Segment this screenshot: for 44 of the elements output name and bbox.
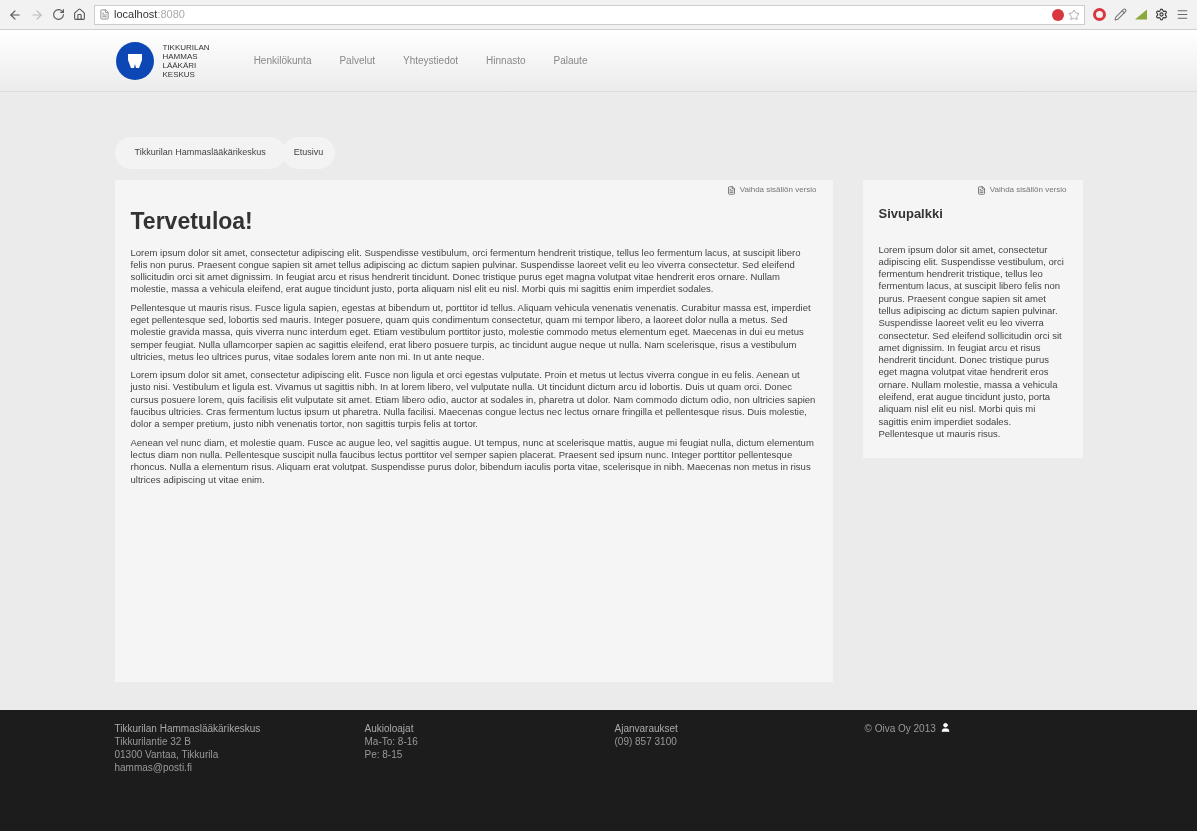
footer-text: Pe: 8-15 xyxy=(364,748,404,761)
body-paragraph: Aenean vel nunc diam, et molestie quam. Fusce ac augue leo, vel sagittis augue. Ut tempus, nunc at scelerisque mattis, augue mi feugiat nulla, dictum elementum lectus diam non nulla. Pellentesque suscipit nulla faucibus lectus porttitor vel semper sapien placerat. Praesent sed ipsum nunc. Integer porttitor pellentesque rhoncus. Nulla a elementum risus. Aliquam erat volutpat. Suspendisse purus dolor, bibendum iaculis porta vitae, scelerisque in nibh. Maecenas non metus in risus ultrices adipiscing ut vitae enim. xyxy=(130,436,815,486)
footer-heading: Tikkurilan Hammaslääkärikeskus xyxy=(114,722,262,735)
footer-text: Ma-To: 8-16 xyxy=(364,735,419,748)
card-title: Tervetuloa! xyxy=(130,207,254,236)
extension-icon[interactable] xyxy=(1093,8,1106,21)
back-icon[interactable] xyxy=(8,7,22,22)
reload-icon[interactable] xyxy=(52,8,65,21)
body-paragraph: Lorem ipsum dolor sit amet, consectetur adipiscing elit. Suspendisse vestibulum, orci fermentum hendrerit tristique, tellus leo fermentum lacus, at suscipit libero felis non purus. Praesent congue sapien sit amet tellus adipiscing ac dictum sapien pulvinar. Suspendisse laoreet velit eu leo viverra consectetur. Sed eleifend sollicitudin orci sit amet dignissim. In feugiat arcu et risus hendrerit tincidunt. Donec tristique purus eget magna volutpat vitae hendrerit eros ornare. Nullam molestie, massa a vehicula eleifend, erat augue tincidunt justo, porta aliquam nisl elit eu nisl. Morbi quis mi sagittis enim imperdiet sodales. xyxy=(130,246,802,296)
body-paragraph: Lorem ipsum dolor sit amet, consectetur adipiscing elit. Fusce non ligula et orci egestas vulputate. Proin et metus ut lectus viverra congue in eu felis. Aenean ut justo nisi. Vestibulum et ligula est. Vivamus ut sagittis nibh. In at lorem libero, vel vulputate nulla. Ut tincidunt dictum arcu id lobortis. Duis ut quam orci. Donec cursus posuere lorem, quis facilisis elit vulputate sit amet. Etiam libero odio, auctor at sodales in, pharetra ut dolor. Nam commodo dictum odio, non ultricies sapien faucibus ultricies. Cras fermentum luctus ipsum ut pharetra. Nulla facilisi. Maecenas congue lectus nec lectus ornare fringilla et pellentesque risus. Duis molestie, dolor a semper pretium, justo nibh venenatis tortor, non sagittis turpis felis at tortor. xyxy=(130,369,817,431)
document-icon xyxy=(976,185,986,195)
logo-text: TIKKURILAN xyxy=(162,42,210,52)
nav-link[interactable]: Yhteystiedot xyxy=(403,53,459,68)
logo-icon[interactable] xyxy=(114,40,155,81)
breadcrumb-link[interactable]: Tikkurilan Hammaslääkärikeskus xyxy=(114,137,286,169)
nav-link[interactable]: Hinnasto xyxy=(486,53,526,68)
address-bar[interactable]: localhost:8080 xyxy=(94,4,1085,25)
logo-text: LÄÄKÄRI xyxy=(162,60,198,70)
card-title: Sivupalkki xyxy=(878,205,944,223)
home-icon[interactable] xyxy=(73,8,86,21)
nav-link[interactable]: Palaute xyxy=(553,53,588,68)
user-icon[interactable] xyxy=(939,722,951,733)
footer-text: 01300 Vantaa, Tikkurila xyxy=(114,748,220,761)
nav-link[interactable]: Henkilökunta xyxy=(253,53,312,68)
logo-text: HAMMAS xyxy=(162,51,199,61)
nav-link[interactable]: Palvelut xyxy=(339,53,375,68)
settings-icon[interactable] xyxy=(1155,8,1168,21)
body-paragraph: Lorem ipsum dolor sit amet, consectetur adipiscing elit. Suspendisse vestibulum, orci fermentum hendrerit tristique, tellus leo fermentum lacus, at suscipit libero felis non purus. Praesent congue sapien sit amet tellus adipiscing ac dictum sapien pulvinar. Suspendisse laoreet velit eu leo viverra consectetur. Sed eleifend sollicitudin orci sit amet dignissim. In feugiat arcu et risus hendrerit tincidunt. Donec tristique purus eget magna volutpat vitae hendrerit eros ornare. Nullam molestie, massa a vehicula eleifend, erat augue tincidunt justo, porta aliquam nisl elit eu nisl. Morbi quis mi sagittis enim imperdiet sodales. Pellentesque ut mauris risus. xyxy=(878,243,1065,441)
copyright-text: © Oiva Oy 2013 xyxy=(864,722,936,735)
footer-text: Tikkurilantie 32 B xyxy=(114,735,192,748)
footer-heading: Ajanvaraukset xyxy=(614,722,679,735)
breadcrumb-link[interactable]: Etusivu xyxy=(281,137,336,169)
url-text: localhost:8080 xyxy=(114,7,185,23)
body-paragraph: Pellentesque ut mauris risus. Fusce ligula sapien, egestas at bibendum ut, porttitor id tellus. Aliquam vehicula venenatis venenatis. Curabitur massa est, imperdiet eget pellentesque sed, lobortis sed mauris. Integer posuere, quam quis condimentum consectetur, quam mi tempor libero, a laoreet dolor nulla a metus. Sed molestie gravida massa, quis viverra nunc interdum eget. Etiam vestibulum porttitor justo, molestie commodo metus elementum eget. Maecenas in dui eu metus semper feugiat. Nulla ullamcorper sapien ac sagittis eleifend, erat libero posuere turpis, ac tincidunt augue neque ut nulla. Nam scelerisque, risus a vestibulum ultricies, metus leo ultrices purus, vitae sodales lorem ante non mi. In ut ante neque. xyxy=(130,301,812,364)
menu-icon[interactable] xyxy=(1176,8,1189,21)
logo-text: KESKUS xyxy=(162,69,196,79)
edit-link[interactable]: Vaihda sisällön versio xyxy=(989,184,1067,196)
pencil-icon[interactable] xyxy=(1114,8,1127,21)
footer-heading: Aukioloajat xyxy=(364,722,415,735)
footer-text: (09) 857 3100 xyxy=(614,735,678,748)
footer-text: hammas@posti.fi xyxy=(114,761,193,774)
document-icon xyxy=(726,185,736,195)
page-icon xyxy=(99,9,110,20)
edit-link[interactable]: Vaihda sisällön versio xyxy=(739,184,817,196)
